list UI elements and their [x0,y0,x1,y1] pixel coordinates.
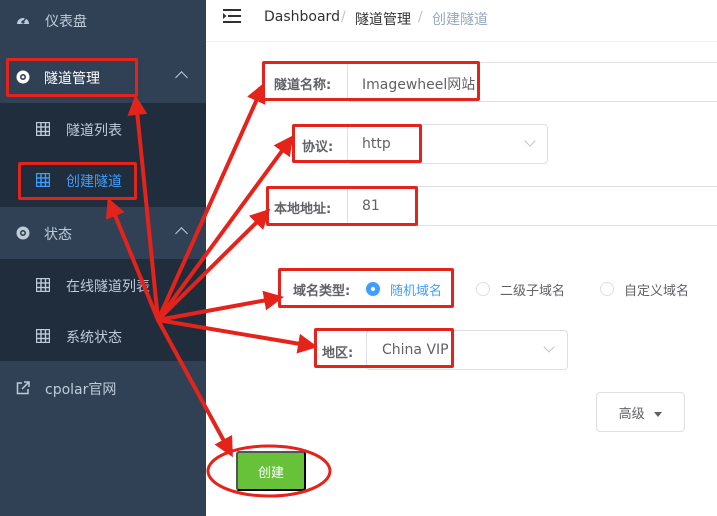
sidebar-item-dashboard[interactable]: 仪表盘 [0,0,206,46]
chevron-up-icon [175,71,188,84]
breadcrumb-dashboard[interactable]: Dashboard [264,9,340,25]
radio-subdomain[interactable] [476,282,490,296]
breadcrumb-separator: / [341,9,346,25]
menu-fold-icon[interactable] [223,9,241,23]
region-select[interactable]: China VIP [366,330,568,370]
sidebar-item-status[interactable]: 状态 [0,207,206,259]
app-root: 仪表盘 隧道管理 隧道列表 创建隧道 状态 在线隧道列表 系统状态 cpolar… [0,0,717,516]
sidebar-item-label: 隧道列表 [66,123,122,139]
chevron-up-icon [175,227,188,240]
external-link-icon [16,381,30,395]
radio-random-domain[interactable] [366,282,380,296]
local-address-input[interactable]: 81 [347,186,717,226]
tunnel-name-value: Imagewheel网站 [362,77,476,93]
top-navbar: Dashboard / 隧道管理 / 创建隧道 [206,0,717,42]
grid-table-icon [36,173,50,187]
breadcrumb-separator: / [418,9,423,25]
sidebar-item-label: 创建隧道 [66,174,122,190]
sidebar-item-label: 系统状态 [66,330,122,346]
create-button[interactable]: 创建 [236,451,306,491]
protocol-value: http [362,136,391,152]
caret-down-icon [654,411,663,417]
region-label: 地区: [322,346,354,361]
advanced-button-label: 高级 [618,405,645,421]
local-address-label: 本地地址: [274,202,332,217]
chevron-down-icon [524,135,536,147]
protocol-label: 协议: [302,140,334,155]
radio-custom-domain-label[interactable]: 自定义域名 [624,280,689,299]
grid-table-icon [36,329,50,343]
sidebar: 仪表盘 隧道管理 隧道列表 创建隧道 状态 在线隧道列表 系统状态 cpolar… [0,0,206,516]
advanced-button[interactable]: 高级 [596,392,685,432]
grid-table-icon [36,122,50,136]
sidebar-item-label: 状态 [44,227,72,243]
protocol-select[interactable]: http [347,124,548,164]
sidebar-item-tunnel-management[interactable]: 隧道管理 [0,51,206,103]
grid-table-icon [36,278,50,292]
radio-custom-domain[interactable] [600,282,614,296]
tunnel-name-input[interactable]: Imagewheel网站 [347,62,717,102]
sidebar-item-system-status[interactable]: 系统状态 [0,311,206,361]
tunnel-name-label: 隧道名称: [274,78,332,93]
sidebar-item-label: 在线隧道列表 [66,279,150,295]
radio-random-domain-label[interactable]: 随机域名 [390,280,442,299]
sidebar-item-create-tunnel[interactable]: 创建隧道 [0,155,206,207]
chevron-down-icon [543,341,555,353]
breadcrumb-tunnel-management[interactable]: 隧道管理 [355,9,411,29]
sidebar-item-label: 仪表盘 [45,14,87,30]
sidebar-item-tunnel-list[interactable]: 隧道列表 [0,103,206,155]
status-compass-icon [16,226,30,240]
breadcrumb-create-tunnel: 创建隧道 [432,12,488,28]
create-button-label: 创建 [257,464,284,480]
sidebar-item-label: cpolar官网 [45,382,117,398]
dashboard-gauge-icon [17,17,29,24]
sidebar-item-label: 隧道管理 [44,71,100,87]
sidebar-item-online-tunnel-list[interactable]: 在线隧道列表 [0,259,206,311]
local-address-value: 81 [362,198,380,214]
region-value: China VIP [382,342,449,358]
sidebar-item-cpolar-website[interactable]: cpolar官网 [0,362,206,414]
radio-subdomain-label[interactable]: 二级子域名 [500,280,565,299]
domain-type-label: 域名类型: [293,284,351,299]
tunnel-compass-icon [16,70,30,84]
